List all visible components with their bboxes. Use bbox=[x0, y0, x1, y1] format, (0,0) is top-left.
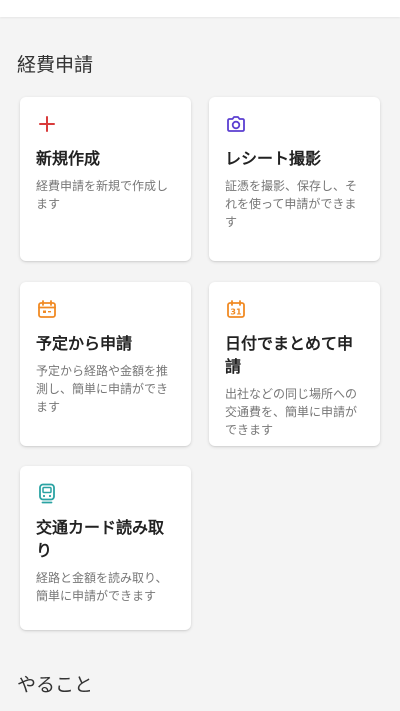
card-description: 予定から経路や金額を推測し、簡単に申請ができます bbox=[36, 364, 169, 414]
card-new-expense[interactable]: 新規作成 経費申請を新規で作成します bbox=[20, 97, 191, 261]
card-title: 予定から申請 bbox=[36, 334, 133, 353]
train-card-icon bbox=[39, 483, 55, 504]
card-transit-card-read[interactable]: 交通カード読み取り 経路と金額を読み取り、簡単に申請ができます bbox=[20, 466, 191, 630]
top-app-bar bbox=[0, 0, 400, 17]
section-title-expense: 経費申請 bbox=[17, 54, 94, 76]
calendar-day-number: 31 bbox=[230, 308, 242, 317]
card-description: 経路と金額を読み取り、簡単に申請ができます bbox=[36, 571, 168, 603]
section-title-todo: やること bbox=[17, 674, 94, 696]
card-receipt-photo[interactable]: レシート撮影 証憑を撮影、保存し、それを使って申請ができます bbox=[209, 97, 380, 261]
card-description: 証憑を撮影、保存し、それを使って申請ができます bbox=[225, 179, 358, 229]
card-title: 日付でまとめて申請 bbox=[225, 334, 354, 376]
card-title: レシート撮影 bbox=[225, 149, 322, 168]
camera-icon bbox=[227, 116, 245, 132]
card-apply-by-date[interactable]: 31 日付でまとめて申請 出社などの同じ場所への交通費を、簡単に申請ができます bbox=[209, 282, 380, 446]
calendar-31-icon: 31 bbox=[227, 300, 245, 318]
card-title: 交通カード読み取り bbox=[36, 518, 165, 560]
plus-icon bbox=[39, 116, 55, 132]
card-description: 出社などの同じ場所への交通費を、簡単に申請ができます bbox=[225, 387, 358, 437]
card-apply-from-schedule[interactable]: 予定から申請 予定から経路や金額を推測し、簡単に申請ができます bbox=[20, 282, 191, 446]
calendar-icon bbox=[38, 300, 56, 318]
card-description: 経費申請を新規で作成します bbox=[36, 179, 169, 211]
card-title: 新規作成 bbox=[36, 149, 101, 168]
